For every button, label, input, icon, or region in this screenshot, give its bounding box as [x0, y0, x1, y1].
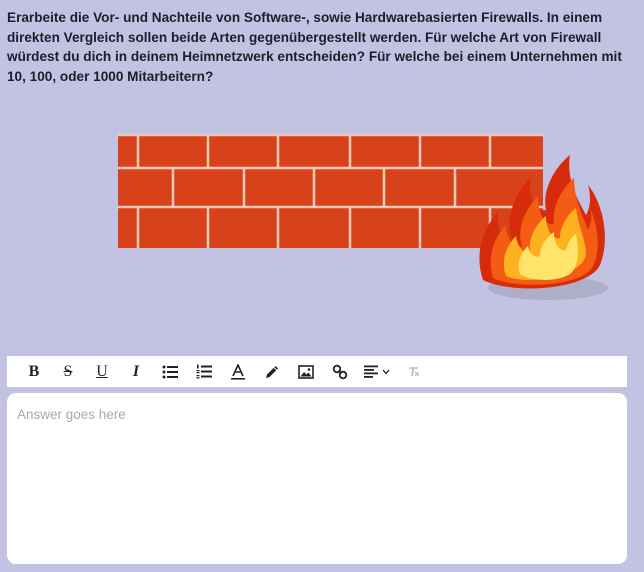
link-icon [332, 364, 348, 379]
brick-wall [118, 133, 543, 248]
insert-link-button[interactable] [323, 356, 357, 387]
italic-button[interactable]: I [119, 356, 153, 387]
pencil-icon [266, 365, 278, 378]
chevron-down-icon [382, 369, 390, 374]
answer-input[interactable] [7, 393, 627, 564]
image-icon [298, 364, 314, 379]
underline-button[interactable]: U [85, 356, 119, 387]
align-left-icon [364, 365, 378, 378]
question-text: Erarbeite die Vor- und Nachteile von Sof… [7, 10, 622, 84]
bullet-list-icon [162, 365, 178, 378]
underline-icon: U [96, 362, 108, 380]
highlight-button[interactable] [255, 356, 289, 387]
align-dropdown[interactable] [357, 356, 397, 387]
bullet-list-button[interactable] [153, 356, 187, 387]
text-color-button[interactable] [221, 356, 255, 387]
clear-format-icon [409, 366, 420, 376]
numbered-list-icon [196, 364, 212, 379]
formatting-toolbar: B S U I [7, 356, 627, 387]
numbered-list-button[interactable] [187, 356, 221, 387]
bold-icon: B [28, 362, 40, 380]
firewall-illustration [118, 133, 608, 300]
strikethrough-button[interactable]: S [51, 356, 85, 387]
bold-button[interactable]: B [17, 356, 51, 387]
italic-icon: I [132, 362, 140, 380]
clear-format-button[interactable] [397, 356, 431, 387]
strikethrough-icon: S [63, 362, 73, 380]
insert-image-button[interactable] [289, 356, 323, 387]
text-color-icon [231, 363, 245, 380]
